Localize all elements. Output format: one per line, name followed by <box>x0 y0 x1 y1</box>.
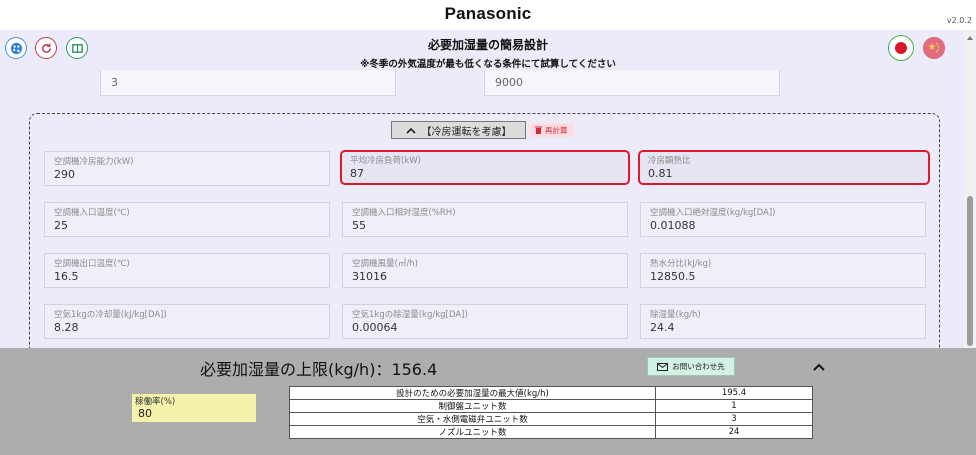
page-title: 必要加湿量の簡易設計 <box>427 38 548 52</box>
field-label: 空調機出口温度(℃) <box>54 259 130 269</box>
chevron-up-icon <box>813 363 825 371</box>
field-value: 55 <box>352 219 366 232</box>
average-cooling-load-field[interactable]: 平均冷房負荷(kW) 87 <box>340 150 630 185</box>
result-value: 195.4 <box>655 386 813 400</box>
field-value: 12850.5 <box>650 270 696 283</box>
field-value: 290 <box>54 168 75 181</box>
humidification-limit: 必要加湿量の上限(kg/h)：156.4 <box>200 360 438 379</box>
inlet-absolute-humidity-field[interactable]: 空調機入口絶対湿度(kg/kg[DA]) 0.01088 <box>640 202 926 237</box>
sensible-heat-ratio-field[interactable]: 冷房顕熱比 0.81 <box>638 150 930 185</box>
result-value: 1 <box>655 399 813 413</box>
field-label: 熱水分比(kJ/kg) <box>650 259 712 269</box>
cooling-toggle-label: 【冷房運転を考慮】 <box>421 126 512 138</box>
field-label: 平均冷房負荷(kW) <box>350 156 421 166</box>
dehumidify-amount-field[interactable]: 除湿量(kg/h) 24.4 <box>640 304 926 339</box>
field-label: 除湿量(kg/h) <box>650 310 701 320</box>
contact-button[interactable]: お問い合わせ先 <box>647 357 735 376</box>
field-value: 16.5 <box>54 270 79 283</box>
table-row: 空気・水側電磁弁ユニット数 3 <box>289 412 813 426</box>
result-label: 制御盤ユニット数 <box>289 399 656 413</box>
result-value: 24 <box>655 425 813 439</box>
version-label: v2.0.2 <box>946 16 972 25</box>
result-label: ノズルユニット数 <box>289 425 656 439</box>
brand-logo: Panasonic <box>444 4 532 23</box>
table-row: 制御盤ユニット数 1 <box>289 399 813 413</box>
field-label: 空調機入口相対湿度(%RH) <box>352 208 456 218</box>
field-label: 空調機風量(㎥/h) <box>352 259 418 269</box>
cooling-capacity-field[interactable]: 空調機冷房能力(kW) 290 <box>44 151 330 186</box>
result-value: 3 <box>655 412 813 426</box>
inlet-relative-humidity-field[interactable]: 空調機入口相対湿度(%RH) 55 <box>342 202 628 237</box>
operation-rate-value: 80 <box>138 407 152 420</box>
air-volume-field[interactable]: 空調機風量(㎥/h) 31016 <box>342 253 628 288</box>
prev-input-value: 3 <box>111 76 118 89</box>
scroll-up-arrow-icon[interactable] <box>967 36 973 40</box>
field-value: 0.01088 <box>650 219 696 232</box>
page-header: 必要加湿量の簡易設計 ※冬季の外気温度が最も低くなる条件にて試算してください <box>0 36 976 70</box>
cooling-toggle-button[interactable]: 【冷房運転を考慮】 <box>391 121 526 139</box>
field-label: 空調機入口温度(℃) <box>54 208 130 218</box>
dehumidify-per-kg-field[interactable]: 空気1kgの除湿量(kg/kg[DA]) 0.00064 <box>342 304 628 339</box>
panel-collapse-button[interactable] <box>813 359 825 375</box>
result-label: 設計のための必要加湿量の最大値(kg/h) <box>289 386 656 400</box>
field-value: 0.81 <box>648 167 673 180</box>
contact-label: お問い合わせ先 <box>672 362 725 371</box>
prev-input-field[interactable]: 9000 <box>484 70 780 96</box>
table-row: 設計のための必要加湿量の最大値(kg/h) 195.4 <box>289 386 813 400</box>
top-bar: Panasonic v2.0.2 <box>0 0 976 30</box>
inlet-temperature-field[interactable]: 空調機入口温度(℃) 25 <box>44 202 330 237</box>
operation-rate-input[interactable]: 稼働率(%) 80 <box>132 394 256 422</box>
heat-moisture-ratio-field[interactable]: 熱水分比(kJ/kg) 12850.5 <box>640 253 926 288</box>
prev-input-value: 9000 <box>495 76 523 89</box>
outlet-temperature-field[interactable]: 空調機出口温度(℃) 16.5 <box>44 253 330 288</box>
prev-input-field[interactable]: 3 <box>100 70 396 96</box>
field-value: 31016 <box>352 270 387 283</box>
field-value: 0.00064 <box>352 321 398 334</box>
results-table: 設計のための必要加湿量の最大値(kg/h) 195.4 制御盤ユニット数 1 空… <box>289 386 813 439</box>
field-label: 空気1kgの冷却量(kJ/kg[DA]) <box>54 310 167 320</box>
table-row: ノズルユニット数 24 <box>289 425 813 439</box>
trash-icon <box>535 126 542 134</box>
field-label: 空気1kgの除湿量(kg/kg[DA]) <box>352 310 468 320</box>
scrollbar-thumb[interactable] <box>967 196 973 346</box>
cooling-amount-field[interactable]: 空気1kgの冷却量(kJ/kg[DA]) 8.28 <box>44 304 330 339</box>
field-value: 8.28 <box>54 321 79 334</box>
field-value: 87 <box>350 167 364 180</box>
operation-rate-label: 稼働率(%) <box>135 397 176 407</box>
recalculate-button[interactable]: 再計算 <box>529 123 574 137</box>
chevron-up-icon <box>405 127 416 134</box>
result-label: 空気・水側電磁弁ユニット数 <box>289 412 656 426</box>
field-label: 空調機冷房能力(kW) <box>54 157 134 167</box>
recalculate-label: 再計算 <box>545 125 568 135</box>
page-subtitle: ※冬季の外気温度が最も低くなる条件にて試算してください <box>360 59 616 70</box>
field-value: 25 <box>54 219 68 232</box>
field-label: 冷房顕熱比 <box>648 156 691 166</box>
field-label: 空調機入口絶対湿度(kg/kg[DA]) <box>650 208 776 218</box>
field-value: 24.4 <box>650 321 675 334</box>
mail-icon <box>657 362 669 371</box>
